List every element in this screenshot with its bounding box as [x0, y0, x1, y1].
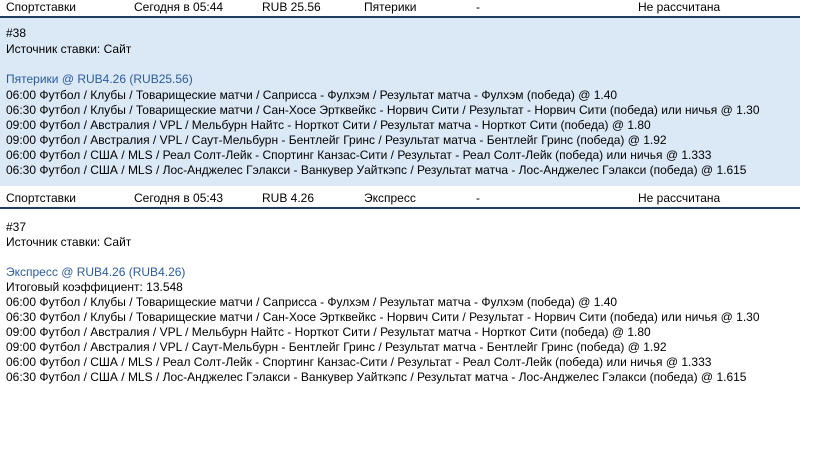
- bet-time: Сегодня в 05:43: [134, 191, 224, 205]
- event-line: 09:00 Футбол / Австралия / VPL / Мельбур…: [6, 118, 651, 132]
- event-line: 06:00 Футбол / Клубы / Товарищеские матч…: [6, 295, 618, 309]
- bet-details: #37 Источник ставки: Сайт Экспресс @ RUB…: [0, 209, 800, 389]
- bet-result-dash: -: [476, 0, 480, 14]
- event-line: 09:00 Футбол / Австралия / VPL / Саут-Ме…: [6, 340, 667, 354]
- bet-amount: RUB 25.56: [262, 0, 321, 14]
- bet-number: #37: [6, 220, 27, 234]
- bet-header-row[interactable]: Спортставки Сегодня в 05:43 RUB 4.26 Экс…: [0, 191, 800, 209]
- bet-status: Не рассчитана: [638, 0, 721, 14]
- bet-type: Пятерики: [364, 0, 417, 14]
- event-line: 06:30 Футбол / США / MLS / Лос-Анджелес …: [6, 370, 747, 384]
- bet-source: Источник ставки: Сайт: [6, 42, 132, 56]
- bet-title-link[interactable]: Пятерики @ RUB4.26 (RUB25.56): [6, 72, 193, 87]
- bet-title-link[interactable]: Экспресс @ RUB4.26 (RUB4.26): [6, 265, 185, 280]
- bet-type: Экспресс: [364, 191, 416, 205]
- event-line: 06:30 Футбол / США / MLS / Лос-Анджелес …: [6, 163, 747, 177]
- bet-source: Источник ставки: Сайт: [6, 235, 132, 249]
- bet-result-dash: -: [476, 191, 480, 205]
- event-line: 06:30 Футбол / Клубы / Товарищеские матч…: [6, 103, 760, 117]
- bet-header-row[interactable]: Спортставки Сегодня в 05:44 RUB 25.56 Пя…: [0, 0, 800, 18]
- event-line: 06:00 Футбол / США / MLS / Реал Солт-Лей…: [6, 148, 712, 162]
- bet-details: #38 Источник ставки: Сайт Пятерики @ RUB…: [0, 18, 800, 186]
- bookmaker-name: Спортставки: [6, 191, 76, 205]
- event-line: 06:00 Футбол / Клубы / Товарищеские матч…: [6, 88, 618, 102]
- bet-time: Сегодня в 05:44: [134, 0, 224, 14]
- event-line: 06:00 Футбол / США / MLS / Реал Солт-Лей…: [6, 355, 712, 369]
- bookmaker-name: Спортставки: [6, 0, 76, 14]
- event-line: 09:00 Футбол / Австралия / VPL / Саут-Ме…: [6, 133, 667, 147]
- event-line: 06:30 Футбол / Клубы / Товарищеские матч…: [6, 310, 760, 324]
- bet-number: #38: [6, 26, 27, 40]
- event-line: 09:00 Футбол / Австралия / VPL / Мельбур…: [6, 325, 651, 339]
- bet-amount: RUB 4.26: [262, 191, 315, 205]
- total-coefficient: Итоговый коэффициент: 13.548: [6, 280, 183, 294]
- bet-status: Не рассчитана: [638, 191, 721, 205]
